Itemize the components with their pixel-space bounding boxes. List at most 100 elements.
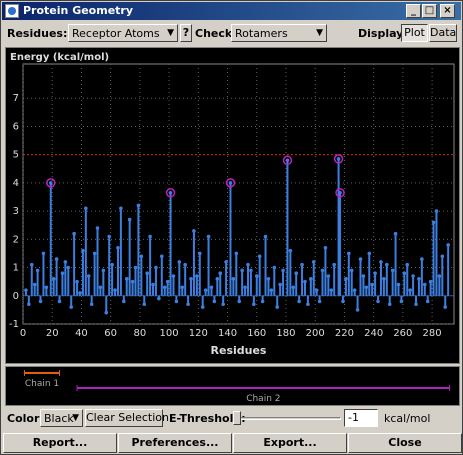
energy-point[interactable]: [237, 299, 242, 304]
energy-point[interactable]: [162, 285, 167, 290]
report-button[interactable]: Report...: [3, 433, 117, 453]
energy-point[interactable]: [197, 251, 202, 256]
energy-point[interactable]: [165, 279, 170, 284]
energy-point[interactable]: [275, 305, 280, 309]
energy-point[interactable]: [347, 251, 351, 256]
energy-point[interactable]: [384, 262, 389, 267]
energy-point[interactable]: [417, 277, 421, 281]
energy-point[interactable]: [393, 231, 398, 236]
energy-point[interactable]: [113, 288, 117, 292]
energy-point[interactable]: [72, 231, 76, 236]
energy-point[interactable]: [104, 310, 109, 315]
energy-point[interactable]: [367, 251, 372, 256]
energy-point[interactable]: [446, 243, 450, 247]
title-bar[interactable]: Protein Geometry _ □ ×: [2, 2, 461, 20]
energy-point[interactable]: [355, 308, 360, 312]
energy-point[interactable]: [260, 299, 265, 304]
energy-point[interactable]: [174, 299, 179, 304]
energy-point[interactable]: [306, 302, 310, 307]
energy-point[interactable]: [180, 285, 185, 290]
energy-point[interactable]: [203, 288, 208, 292]
energy-point[interactable]: [116, 246, 120, 250]
energy-point[interactable]: [57, 299, 62, 304]
energy-point[interactable]: [127, 217, 132, 222]
energy-point[interactable]: [51, 277, 56, 281]
energy-point[interactable]: [414, 302, 418, 307]
energy-point[interactable]: [402, 271, 407, 275]
energy-point[interactable]: [119, 206, 123, 211]
chain-panel[interactable]: Chain 1 Chain 2: [5, 366, 460, 406]
energy-plot[interactable]: Energy (kcal/mol) -1 0 1 2 3 4 5 6 7 0 20 40 60 80 100 1…: [5, 47, 460, 364]
energy-point[interactable]: [89, 302, 94, 307]
clear-selection-button[interactable]: Clear Selection: [85, 409, 169, 427]
energy-point[interactable]: [311, 260, 316, 264]
energy-point[interactable]: [390, 268, 395, 273]
energy-point[interactable]: [27, 302, 31, 307]
minimize-icon[interactable]: _: [406, 4, 421, 18]
energy-point[interactable]: [358, 257, 363, 261]
preferences-button[interactable]: Preferences...: [118, 433, 232, 453]
energy-point[interactable]: [69, 305, 74, 309]
energy-point[interactable]: [44, 285, 49, 290]
energy-point[interactable]: [243, 285, 247, 290]
energy-point[interactable]: [84, 206, 88, 211]
energy-point[interactable]: [32, 282, 37, 287]
energy-point[interactable]: [428, 279, 433, 284]
energy-point[interactable]: [136, 203, 141, 208]
help-button[interactable]: ?: [180, 24, 192, 42]
energy-point[interactable]: [278, 282, 282, 287]
energy-point[interactable]: [269, 288, 274, 292]
energy-point[interactable]: [320, 268, 325, 273]
energy-point[interactable]: [41, 251, 46, 256]
energy-point[interactable]: [431, 220, 436, 225]
energy-point[interactable]: [300, 262, 304, 267]
energy-point[interactable]: [349, 268, 354, 273]
energy-point[interactable]: [122, 299, 126, 304]
energy-point[interactable]: [399, 299, 404, 304]
energy-point[interactable]: [139, 254, 144, 259]
energy-point[interactable]: [272, 265, 277, 270]
energy-point[interactable]: [124, 277, 129, 281]
energy-point[interactable]: [60, 271, 65, 275]
energy-point[interactable]: [133, 265, 138, 270]
threshold-input[interactable]: -1: [344, 409, 378, 427]
energy-point[interactable]: [352, 288, 357, 292]
energy-point[interactable]: [75, 279, 79, 284]
residues-select[interactable]: Receptor Atoms ▼: [68, 24, 178, 42]
energy-point[interactable]: [224, 260, 228, 264]
energy-point[interactable]: [215, 277, 220, 281]
energy-point[interactable]: [29, 262, 34, 267]
energy-point[interactable]: [142, 302, 147, 307]
energy-point[interactable]: [212, 299, 217, 304]
energy-point[interactable]: [86, 274, 91, 278]
energy-point[interactable]: [171, 274, 176, 278]
energy-point[interactable]: [98, 285, 103, 290]
chain-diagram[interactable]: Chain 1 Chain 2: [6, 367, 459, 405]
energy-point[interactable]: [387, 302, 392, 307]
energy-point[interactable]: [408, 288, 412, 292]
energy-point[interactable]: [35, 268, 40, 273]
energy-point[interactable]: [157, 296, 161, 301]
plot-toggle[interactable]: Plot: [401, 24, 428, 42]
energy-point[interactable]: [246, 262, 250, 267]
energy-point[interactable]: [159, 254, 164, 259]
energy-point[interactable]: [249, 268, 253, 273]
energy-point[interactable]: [54, 257, 59, 261]
energy-point[interactable]: [231, 277, 236, 281]
export-button[interactable]: Export...: [233, 433, 347, 453]
energy-point[interactable]: [209, 285, 214, 290]
energy-point[interactable]: [240, 268, 244, 273]
energy-point[interactable]: [130, 279, 135, 284]
energy-point[interactable]: [151, 282, 155, 287]
energy-point[interactable]: [344, 277, 348, 281]
energy-point[interactable]: [183, 262, 187, 267]
energy-point[interactable]: [101, 268, 106, 273]
energy-point[interactable]: [288, 248, 293, 253]
energy-point[interactable]: [379, 260, 383, 264]
energy-point[interactable]: [285, 158, 290, 163]
energy-point[interactable]: [364, 285, 369, 290]
energy-point[interactable]: [405, 262, 410, 267]
energy-point[interactable]: [440, 254, 445, 259]
energy-point[interactable]: [254, 274, 259, 278]
energy-point[interactable]: [192, 229, 196, 233]
